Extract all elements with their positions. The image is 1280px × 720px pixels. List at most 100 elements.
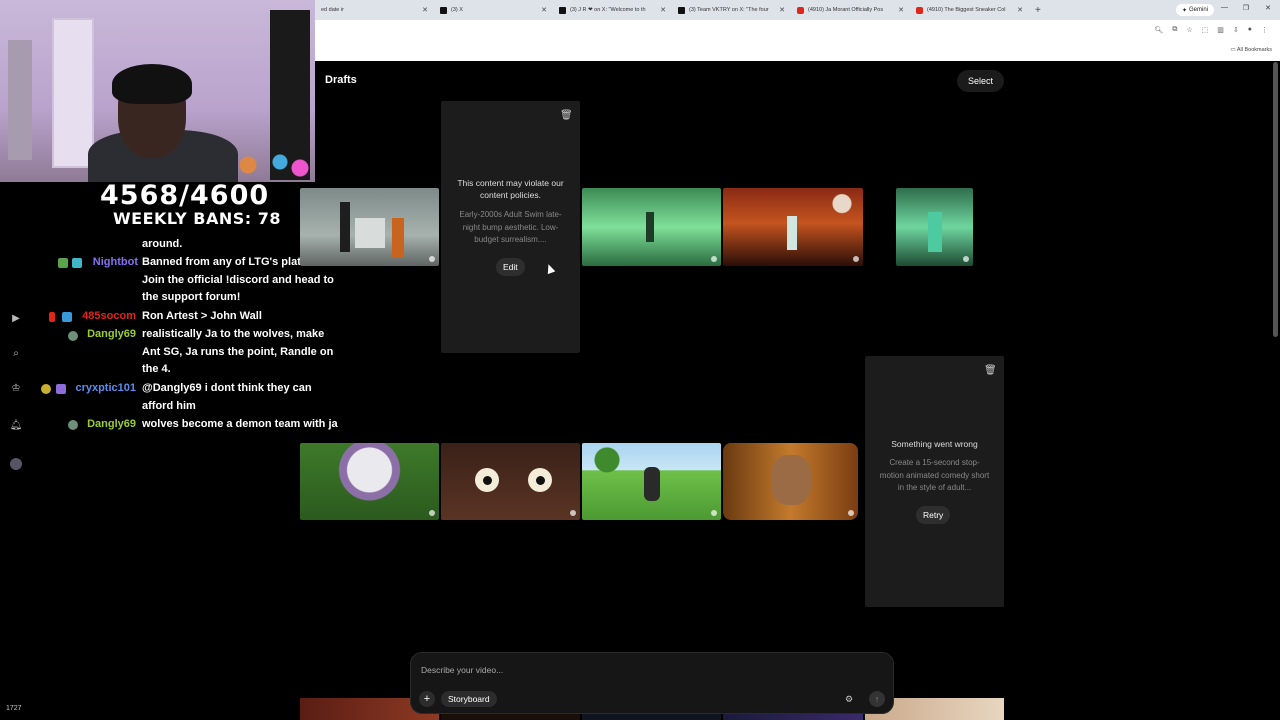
prime-badge-icon	[56, 384, 66, 394]
chat-username[interactable]: 485socom	[74, 308, 136, 326]
storyboard-button[interactable]: Storyboard	[441, 691, 497, 707]
weekly-bans: WEEKLY BANS: 78	[113, 209, 281, 228]
select-button[interactable]: Select	[957, 70, 1004, 92]
browser-tab[interactable]: ed date ir ✕	[315, 0, 434, 20]
thumbnail-pupil	[536, 476, 545, 485]
add-button[interactable]: +	[419, 691, 435, 707]
download-icon[interactable]: ⇩	[1233, 26, 1239, 34]
avatar[interactable]	[10, 458, 22, 470]
chat-username[interactable]: Dangly69	[80, 326, 136, 344]
sliders-icon[interactable]: ⚙	[841, 691, 857, 707]
window-close-icon[interactable]: ✕	[1265, 4, 1271, 12]
folder-icon: ▭	[1230, 47, 1236, 53]
chat-username[interactable]: Dangly69	[80, 416, 136, 434]
close-icon[interactable]: ✕	[422, 6, 428, 14]
watermark-icon	[853, 256, 859, 262]
video-thumbnail[interactable]	[300, 188, 439, 266]
violation-message: This content may violate our content pol…	[457, 178, 564, 200]
search-icon[interactable]: ⌕	[10, 347, 22, 359]
browser-tab[interactable]: (3) X ✕	[434, 0, 553, 20]
close-icon[interactable]: ✕	[1017, 6, 1023, 14]
gemini-button[interactable]: ✦ Gemini	[1175, 4, 1214, 16]
zoom-icon[interactable]: 🔍︎	[1154, 26, 1163, 34]
chat-message: @Dangly69 i dont think they can afford h…	[142, 382, 312, 412]
webcam-shelf	[8, 40, 32, 160]
tab-title: (4910) Ja Morant Officially Pos	[808, 7, 884, 13]
youtube-icon	[916, 6, 923, 14]
policy-violation-card: 🗑︎ This content may violate our content …	[441, 101, 580, 353]
close-icon[interactable]: ✕	[779, 6, 785, 14]
gemini-label: Gemini	[1188, 7, 1208, 13]
bell-icon[interactable]: 🔔︎	[10, 419, 23, 431]
flame-badge-icon	[49, 312, 55, 322]
thumbnail-figure	[340, 202, 350, 252]
play-icon[interactable]: ▶	[10, 312, 22, 324]
globe-badge-icon	[68, 331, 78, 341]
video-thumbnail[interactable]	[896, 188, 973, 266]
video-thumbnail[interactable]	[723, 443, 858, 520]
close-icon[interactable]: ✕	[541, 6, 547, 14]
globe-badge-icon	[68, 420, 78, 430]
browser-tab[interactable]: (3) J R ❤ on X: "Welcome to th ✕	[553, 0, 672, 20]
trophy-icon[interactable]: ♔	[10, 382, 22, 394]
video-thumbnail[interactable]	[582, 188, 721, 266]
video-thumbnail[interactable]	[300, 443, 439, 520]
tab-title: (4910) The Biggest Sneaker Col	[927, 7, 1006, 13]
error-message: Something went wrong	[891, 439, 978, 449]
cast-icon[interactable]: ⧉	[1172, 26, 1177, 34]
send-arrow-icon[interactable]: ↑	[869, 691, 885, 707]
browser-tab-strip: ed date ir ✕ (3) X ✕ (3) J R ❤ on X: "Welc…	[315, 0, 1280, 20]
chat-message: Ron Artest > John Wall	[142, 310, 262, 322]
extensions-icon[interactable]: ⬚	[1202, 26, 1209, 34]
video-thumbnail[interactable]	[582, 443, 721, 520]
address-bar[interactable]: 🔍︎ ⧉ ☆ ⬚ ▥ ⇩ ● ⋮	[315, 20, 1280, 42]
restore-icon[interactable]: ❐	[1243, 4, 1249, 12]
all-bookmarks[interactable]: ▭ All Bookmarks	[1230, 47, 1272, 53]
sidebar-icon[interactable]: ▥	[1217, 26, 1224, 34]
browser-tab[interactable]: (3) Team VKTRY on X: "The four ✕	[672, 0, 791, 20]
watermark-icon	[848, 510, 854, 516]
toolbar-icons: 🔍︎ ⧉ ☆ ⬚ ▥ ⇩ ● ⋮	[1154, 26, 1268, 34]
browser-tab[interactable]: (4910) Ja Morant Officially Pos ✕	[791, 0, 910, 20]
thumbnail-table	[355, 218, 385, 248]
new-tab-button[interactable]: +	[1035, 5, 1041, 16]
chat-message: realistically Ja to the wolves, make Ant…	[142, 328, 334, 375]
webcam-toys	[232, 150, 312, 180]
profile-icon[interactable]: ●	[1248, 26, 1252, 34]
watermark-icon	[429, 256, 435, 262]
youtube-icon	[797, 6, 804, 14]
edit-button[interactable]: Edit	[496, 258, 525, 276]
scrollbar[interactable]	[1273, 62, 1278, 337]
sub-badge-icon	[62, 312, 72, 322]
retry-button[interactable]: Retry	[916, 506, 951, 524]
browser-tab[interactable]: (4910) The Biggest Sneaker Col ✕	[910, 0, 1029, 20]
chat-username[interactable]: Nightbot	[86, 254, 138, 272]
close-icon[interactable]: ✕	[898, 6, 904, 14]
generation-error-card: 🗑︎ Something went wrong Create a 15-seco…	[865, 356, 1004, 607]
video-thumbnail[interactable]	[441, 443, 580, 520]
watermark-icon	[963, 256, 969, 262]
describe-video-input[interactable]	[421, 665, 861, 675]
chat-message: wolves become a demon team with ja	[142, 418, 338, 430]
thumbnail-figure	[787, 216, 797, 250]
watermark-icon	[570, 510, 576, 516]
webcam-streamer-hair	[112, 64, 192, 104]
trash-icon[interactable]: 🗑︎	[984, 365, 997, 376]
prompt-preview: Create a 15-second stop-motion animated …	[879, 458, 990, 492]
star-icon[interactable]: ☆	[1186, 26, 1192, 34]
bits-badge-icon	[41, 384, 51, 394]
tab-title: (3) Team VKTRY on X: "The four	[689, 7, 769, 13]
thumbnail-figure	[771, 455, 811, 505]
tab-title: (3) X	[451, 7, 463, 13]
watermark-icon	[711, 510, 717, 516]
menu-icon[interactable]: ⋮	[1261, 26, 1268, 34]
watermark-icon	[711, 256, 717, 262]
tab-title: ed date ir	[321, 7, 344, 13]
minimize-icon[interactable]: —	[1221, 4, 1228, 11]
thumbnail-figure	[928, 212, 942, 252]
chat-username[interactable]: cryxptic101	[70, 380, 136, 398]
close-icon[interactable]: ✕	[660, 6, 666, 14]
video-thumbnail[interactable]	[723, 188, 863, 266]
verified-badge-icon	[58, 258, 68, 268]
trash-icon[interactable]: 🗑︎	[560, 110, 573, 121]
